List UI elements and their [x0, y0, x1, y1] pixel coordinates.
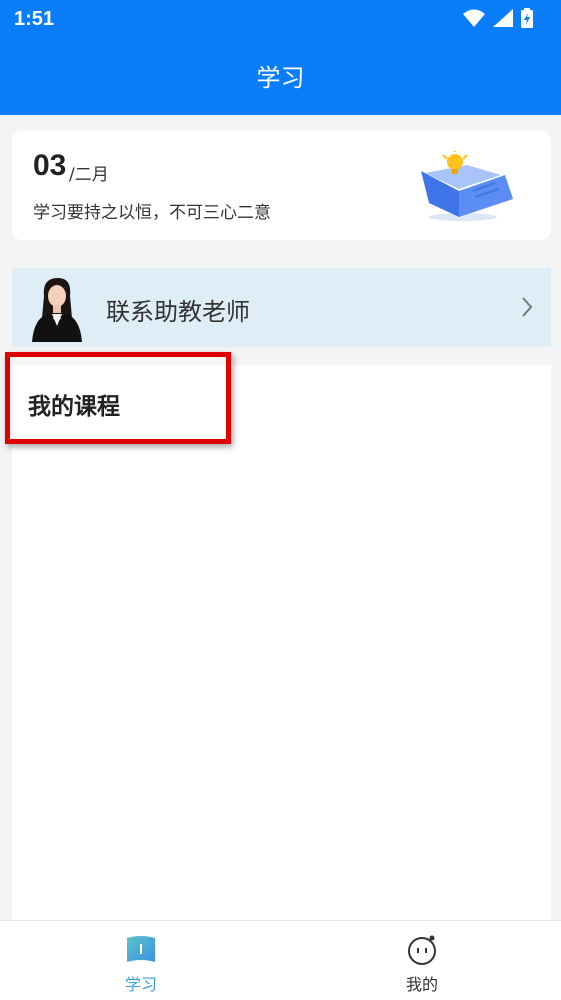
page-title: 学习 [256, 64, 305, 92]
my-courses-panel: 我的课程 [12, 365, 551, 925]
face-icon [408, 935, 436, 965]
contact-teacher-label: 联系助教老师 [106, 298, 250, 326]
highlight-box [5, 352, 231, 444]
tab-study-label: 学习 [124, 975, 157, 994]
tab-study[interactable]: 学习 [81, 921, 201, 1000]
tab-mine-label: 我的 [405, 975, 438, 994]
contact-teacher-row[interactable]: 联系助教老师 [12, 268, 551, 347]
motto-text: 学习要持之以恒，不可三心二意 [33, 203, 271, 223]
date-month: /二月 [69, 165, 109, 185]
battery-icon [521, 8, 533, 28]
open-book-lightbulb-icon [421, 151, 513, 221]
teacher-avatar [32, 278, 82, 342]
bottom-tab-bar: 学习 我的 [0, 920, 561, 1000]
status-time: 1:51 [14, 8, 55, 30]
wifi-icon [463, 9, 485, 27]
study-book-icon [127, 936, 155, 962]
status-icons [463, 8, 533, 28]
chevron-right-icon [522, 297, 533, 317]
date-day: 03 [33, 149, 67, 182]
date-card: 03 /二月 学习要持之以恒，不可三心二意 [12, 131, 551, 240]
signal-icon [493, 9, 513, 27]
app-header: 1:51 学习 [0, 0, 561, 115]
tab-mine[interactable]: 我的 [362, 921, 482, 1000]
